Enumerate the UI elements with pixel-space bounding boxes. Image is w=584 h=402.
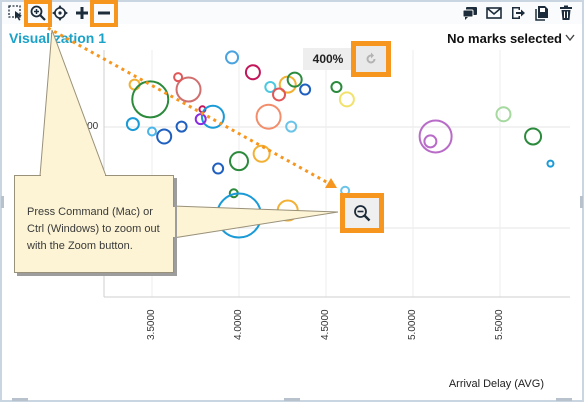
zoom-out-button[interactable] bbox=[340, 193, 384, 233]
scatter-point[interactable] bbox=[255, 103, 282, 130]
scatter-point[interactable] bbox=[546, 159, 555, 168]
scatter-point[interactable] bbox=[299, 83, 312, 96]
resize-handle-right[interactable] bbox=[580, 196, 583, 208]
tooltip-callout: Press Command (Mac) or Ctrl (Windows) to… bbox=[14, 175, 174, 273]
scatter-point[interactable] bbox=[244, 64, 261, 81]
scatter-point[interactable] bbox=[128, 78, 141, 91]
scatter-point[interactable] bbox=[330, 81, 343, 94]
scatter-point[interactable] bbox=[418, 119, 453, 154]
zoom-out-icon bbox=[354, 205, 371, 222]
scatter-point[interactable] bbox=[173, 72, 184, 83]
resize-handle-left[interactable] bbox=[1, 196, 4, 208]
reset-zoom-button[interactable] bbox=[351, 41, 391, 77]
scatter-point[interactable] bbox=[423, 134, 438, 149]
scatter-point[interactable] bbox=[225, 50, 240, 65]
resize-handle-bottom-right[interactable] bbox=[556, 398, 572, 401]
scatter-point[interactable] bbox=[272, 87, 287, 102]
x-tick-label: 5.5000 bbox=[494, 309, 505, 340]
scatter-point[interactable] bbox=[524, 127, 543, 146]
scatter-point[interactable] bbox=[276, 199, 299, 222]
scatter-point[interactable] bbox=[252, 144, 271, 163]
callout-seam bbox=[172, 207, 175, 237]
zoom-level: 400% bbox=[303, 48, 353, 70]
x-axis-title: Arrival Delay (AVG) bbox=[448, 378, 544, 390]
resize-handle-bottom-left[interactable] bbox=[12, 398, 28, 401]
scatter-point[interactable] bbox=[194, 113, 207, 126]
resize-handle-bottom[interactable] bbox=[284, 398, 300, 401]
x-tick-label: 4.5000 bbox=[320, 309, 331, 340]
x-tick-label: 3.5000 bbox=[146, 309, 157, 340]
y-tick-label: 0000 bbox=[76, 121, 99, 132]
scatter-point[interactable] bbox=[338, 91, 355, 108]
callout-text: Press Command (Mac) or Ctrl (Windows) to… bbox=[27, 206, 160, 252]
scatter-point[interactable] bbox=[131, 80, 170, 119]
callout-seam bbox=[41, 174, 105, 177]
scatter-point[interactable] bbox=[495, 106, 512, 123]
scatter-point[interactable] bbox=[156, 128, 173, 145]
scatter-point[interactable] bbox=[212, 162, 225, 175]
x-tick-label: 4.0000 bbox=[233, 309, 244, 340]
scatter-point[interactable] bbox=[125, 117, 140, 132]
x-tick-label: 5.0000 bbox=[407, 309, 418, 340]
reset-icon bbox=[366, 52, 376, 64]
